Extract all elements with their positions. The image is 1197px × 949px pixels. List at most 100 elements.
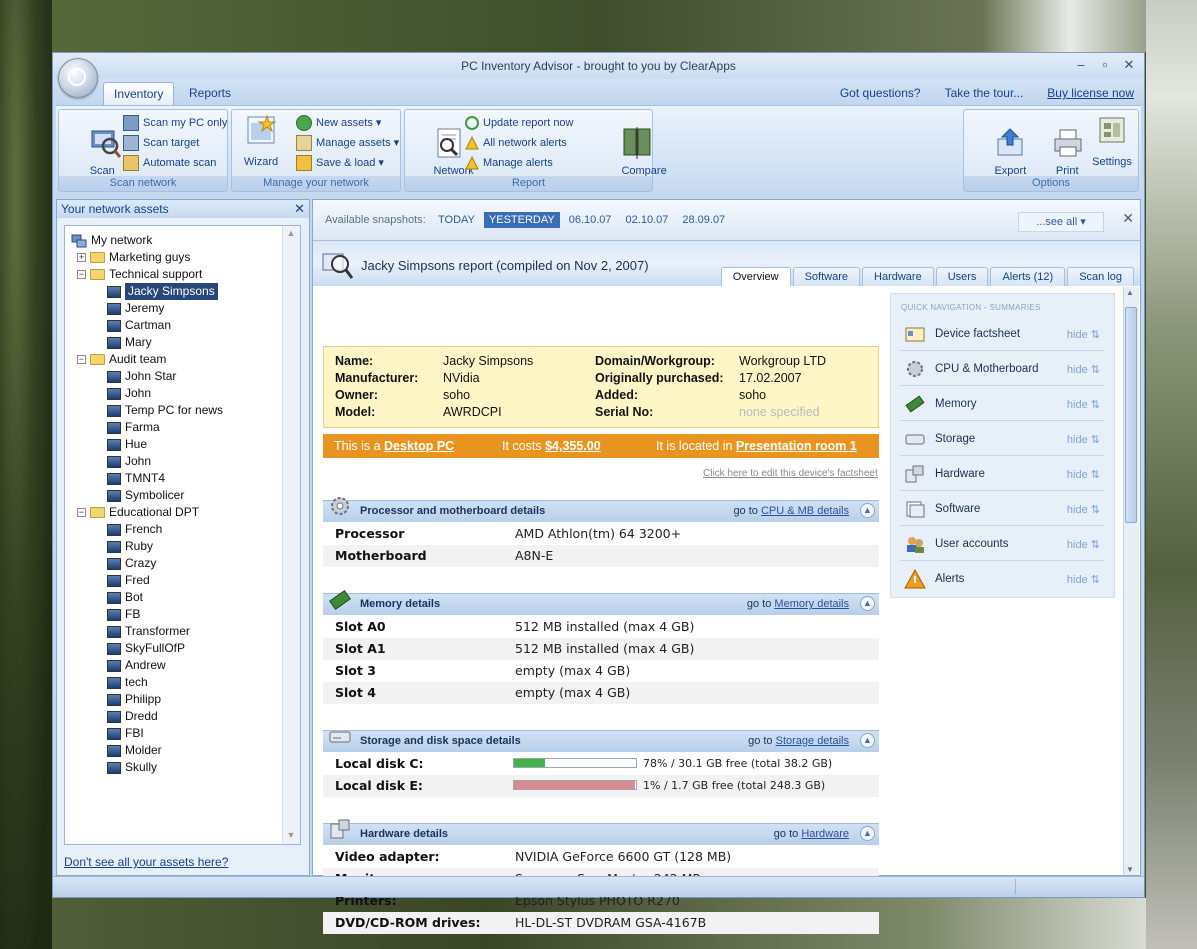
tree-computer-item[interactable]: Crazy: [107, 555, 156, 572]
save-load-button[interactable]: Save & load ▾: [296, 154, 384, 172]
see-all-snapshots-button[interactable]: ...see all ▾: [1018, 212, 1104, 232]
cpu-details-link[interactable]: CPU & MB details: [761, 505, 849, 517]
tree-computer-item[interactable]: Skully: [107, 759, 157, 776]
tree-computer-item[interactable]: Andrew: [107, 657, 166, 674]
tree-computer-item[interactable]: Philipp: [107, 691, 161, 708]
hide-toggle[interactable]: hide ⇅: [1067, 538, 1100, 551]
new-assets-button[interactable]: New assets ▾: [296, 114, 381, 132]
collapse-icon[interactable]: −: [77, 508, 86, 517]
tree-computer-item[interactable]: Jeremy: [107, 300, 164, 317]
tree-computer-item[interactable]: Fred: [107, 572, 150, 589]
missing-assets-link[interactable]: Don't see all your assets here?: [64, 855, 228, 869]
buy-license-link[interactable]: Buy license now: [1047, 86, 1134, 100]
wizard-button[interactable]: Wizard: [238, 114, 284, 169]
tree-computer-item[interactable]: Transformer: [107, 623, 190, 640]
expand-icon[interactable]: +: [77, 253, 86, 262]
quick-nav-item[interactable]: CPU & Motherboard hide ⇅: [900, 351, 1104, 386]
device-location-link[interactable]: Presentation room 1: [736, 439, 857, 453]
report-tab[interactable]: Scan log: [1067, 267, 1134, 286]
quick-nav-item[interactable]: Device factsheet hide ⇅: [900, 316, 1104, 351]
scroll-up-icon[interactable]: ▲: [285, 228, 297, 240]
quick-nav-item[interactable]: Software hide ⇅: [900, 491, 1104, 526]
quick-nav-item[interactable]: Memory hide ⇅: [900, 386, 1104, 421]
tree-computer-item[interactable]: John Star: [107, 368, 176, 385]
report-tab[interactable]: Alerts (12): [990, 267, 1066, 286]
report-scrollbar[interactable]: ▲ ▼: [1123, 287, 1139, 875]
tree-computer-item[interactable]: Cartman: [107, 317, 171, 334]
tree-computer-item[interactable]: Mary: [107, 334, 152, 351]
tree-computer-item[interactable]: Bot: [107, 589, 143, 606]
app-menu-orb[interactable]: [58, 58, 98, 98]
manage-alerts-button[interactable]: Manage alerts: [465, 154, 553, 172]
snapshot-item[interactable]: TODAY: [433, 212, 480, 228]
snapshot-item[interactable]: 02.10.07: [621, 212, 674, 228]
collapse-icon[interactable]: ▲: [860, 596, 875, 611]
tab-inventory[interactable]: Inventory: [103, 82, 175, 106]
tree-computer-item[interactable]: tech: [107, 674, 148, 691]
report-tab[interactable]: Overview: [720, 267, 791, 286]
storage-details-link[interactable]: Storage details: [776, 735, 849, 747]
tree-computer-item[interactable]: John: [107, 385, 151, 402]
scroll-down-icon[interactable]: ▼: [1126, 865, 1134, 874]
quick-nav-item[interactable]: Hardware hide ⇅: [900, 456, 1104, 491]
close-snapshots-icon[interactable]: ✕: [1122, 210, 1134, 227]
tree-computer-item[interactable]: Molder: [107, 742, 162, 759]
hide-toggle[interactable]: hide ⇅: [1067, 433, 1100, 446]
maximize-button[interactable]: ▫: [1096, 57, 1114, 73]
tree-folder-item[interactable]: − Audit team: [77, 351, 166, 368]
report-tab[interactable]: Hardware: [862, 267, 934, 286]
scan-my-pc-button[interactable]: Scan my PC only: [123, 114, 227, 132]
collapse-icon[interactable]: ▲: [860, 733, 875, 748]
manage-assets-button[interactable]: Manage assets ▾: [296, 134, 399, 152]
tree-root[interactable]: My network: [71, 232, 152, 249]
hide-toggle[interactable]: hide ⇅: [1067, 573, 1100, 586]
quick-nav-item[interactable]: User accounts hide ⇅: [900, 526, 1104, 561]
hardware-details-link[interactable]: Hardware: [801, 828, 849, 840]
tree-computer-item[interactable]: SkyFullOfP: [107, 640, 185, 657]
scroll-down-icon[interactable]: ▼: [285, 830, 297, 842]
hide-toggle[interactable]: hide ⇅: [1067, 503, 1100, 516]
quick-nav-item[interactable]: Alerts hide ⇅: [900, 561, 1104, 595]
scroll-up-icon[interactable]: ▲: [1126, 288, 1134, 297]
collapse-icon[interactable]: −: [77, 355, 86, 364]
device-cost-link[interactable]: $4,355.00: [545, 439, 601, 453]
tree-folder-item[interactable]: − Educational DPT: [77, 504, 199, 521]
edit-factsheet-link[interactable]: Click here to edit this device's factshe…: [703, 468, 878, 479]
tree-computer-item[interactable]: Hue: [107, 436, 147, 453]
tree-computer-item[interactable]: Jacky Simpsons: [107, 283, 218, 300]
quick-nav-item[interactable]: Storage hide ⇅: [900, 421, 1104, 456]
tree-computer-item[interactable]: Dredd: [107, 708, 158, 725]
tree-computer-item[interactable]: Temp PC for news: [107, 402, 223, 419]
snapshot-item[interactable]: 06.10.07: [564, 212, 617, 228]
minimize-button[interactable]: –: [1072, 57, 1090, 73]
hide-toggle[interactable]: hide ⇅: [1067, 468, 1100, 481]
close-window-button[interactable]: ✕: [1120, 57, 1138, 73]
tree-folder-item[interactable]: − Technical support: [77, 266, 202, 283]
snapshot-item[interactable]: 28.09.07: [677, 212, 730, 228]
tree-computer-item[interactable]: Symbolicer: [107, 487, 184, 504]
tree-computer-item[interactable]: FBI: [107, 725, 144, 742]
device-type-link[interactable]: Desktop PC: [384, 439, 454, 453]
tree-computer-item[interactable]: TMNT4: [107, 470, 165, 487]
tree-computer-item[interactable]: John: [107, 453, 151, 470]
collapse-icon[interactable]: ▲: [860, 826, 875, 841]
scroll-thumb[interactable]: [1125, 307, 1137, 523]
tree-computer-item[interactable]: Ruby: [107, 538, 153, 555]
tree-computer-item[interactable]: Farma: [107, 419, 160, 436]
tree-computer-item[interactable]: French: [107, 521, 162, 538]
scan-target-button[interactable]: Scan target: [123, 134, 199, 152]
hide-toggle[interactable]: hide ⇅: [1067, 398, 1100, 411]
memory-details-link[interactable]: Memory details: [774, 598, 849, 610]
all-network-alerts-button[interactable]: All network alerts: [465, 134, 567, 152]
tree-folder-item[interactable]: + Marketing guys: [77, 249, 190, 266]
collapse-icon[interactable]: −: [77, 270, 86, 279]
report-tab[interactable]: Users: [935, 267, 989, 286]
hide-toggle[interactable]: hide ⇅: [1067, 363, 1100, 376]
report-tab[interactable]: Software: [792, 267, 861, 286]
update-report-button[interactable]: Update report now: [465, 114, 574, 132]
automate-scan-button[interactable]: Automate scan: [123, 154, 216, 172]
hide-toggle[interactable]: hide ⇅: [1067, 328, 1100, 341]
close-panel-icon[interactable]: ✕: [294, 200, 305, 218]
got-questions-link[interactable]: Got questions?: [840, 86, 921, 100]
settings-button[interactable]: Settings: [1086, 114, 1138, 169]
